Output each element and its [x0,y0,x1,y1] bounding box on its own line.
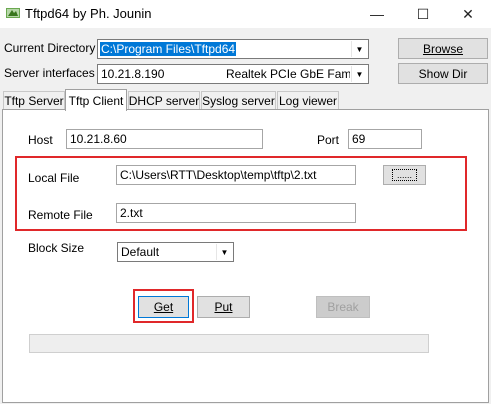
browse-local-file-label: ...... [391,169,417,181]
break-button[interactable]: Break [316,296,370,318]
block-size-label: Block Size [28,241,85,255]
get-button-label: Get [153,300,174,314]
server-adapter-value: Realtek PCIe GbE Family C [226,67,350,81]
host-input[interactable]: 10.21.8.60 [66,129,263,149]
transfer-progress-bar [29,334,429,353]
remote-file-value: 2.txt [120,206,143,220]
block-size-select[interactable]: Default ▼ [117,242,234,262]
current-directory-label: Current Directory [4,41,96,55]
block-size-value: Default [121,245,160,259]
port-input[interactable]: 69 [348,129,422,149]
tftpd-app-icon [6,6,20,20]
chevron-down-icon[interactable]: ▼ [351,41,367,57]
tab-dhcp-server-label: DHCP server [128,93,200,108]
local-file-input[interactable]: C:\Users\RTT\Desktop\temp\tftp\2.txt [116,165,356,185]
browse-button-label: Browse [422,41,463,56]
tab-tftp-client-label: Tftp Client [68,93,124,108]
local-file-label: Local File [28,171,80,185]
maximize-icon: ☐ [416,5,430,22]
tab-tftp-server[interactable]: Tftp Server [3,91,65,109]
host-value: 10.21.8.60 [70,132,127,146]
get-button[interactable]: Get [138,296,189,318]
window-title: Tftpd64 by Ph. Jounin [25,6,152,21]
port-value: 69 [352,132,366,146]
remote-file-label: Remote File [28,208,93,222]
chevron-down-icon[interactable]: ▼ [351,66,367,82]
tftp-client-tab-content [2,109,489,403]
show-dir-button[interactable]: Show Dir [398,63,488,84]
maximize-button[interactable]: ☐ [400,0,446,28]
minimize-icon: — [370,6,384,22]
title-bar[interactable]: Tftpd64 by Ph. Jounin — ☐ ✕ [0,0,491,28]
tab-log-viewer-label: Log viewer [278,93,338,108]
close-icon: ✕ [462,5,474,22]
put-button-label: Put [214,300,233,314]
server-interfaces-label: Server interfaces [4,66,95,80]
port-label: Port [317,133,340,147]
break-button-label: Break [327,300,359,314]
show-dir-button-label: Show Dir [418,66,468,81]
minimize-button[interactable]: — [354,0,400,28]
tab-syslog-server-label: Syslog server [202,93,275,108]
remote-file-input[interactable]: 2.txt [116,203,356,223]
current-directory-select[interactable]: C:\Program Files\Tftpd64 ▼ [97,39,369,59]
host-label: Host [28,133,53,147]
tab-log-viewer[interactable]: Log viewer [277,91,339,109]
tab-tftp-client[interactable]: Tftp Client [65,89,127,111]
close-button[interactable]: ✕ [445,0,491,28]
current-directory-value: C:\Program Files\Tftpd64 [100,42,237,56]
chevron-down-icon[interactable]: ▼ [216,244,232,260]
server-interfaces-select[interactable]: 10.21.8.190 Realtek PCIe GbE Family C ▼ [97,64,369,84]
tab-dhcp-server[interactable]: DHCP server [128,91,200,109]
browse-button[interactable]: Browse [398,38,488,59]
local-file-value: C:\Users\RTT\Desktop\temp\tftp\2.txt [120,168,317,182]
server-ip-value: 10.21.8.190 [101,67,165,81]
tab-syslog-server[interactable]: Syslog server [201,91,276,109]
tab-tftp-server-label: Tftp Server [4,93,64,108]
put-button[interactable]: Put [197,296,250,318]
browse-local-file-button[interactable]: ...... [383,165,426,185]
